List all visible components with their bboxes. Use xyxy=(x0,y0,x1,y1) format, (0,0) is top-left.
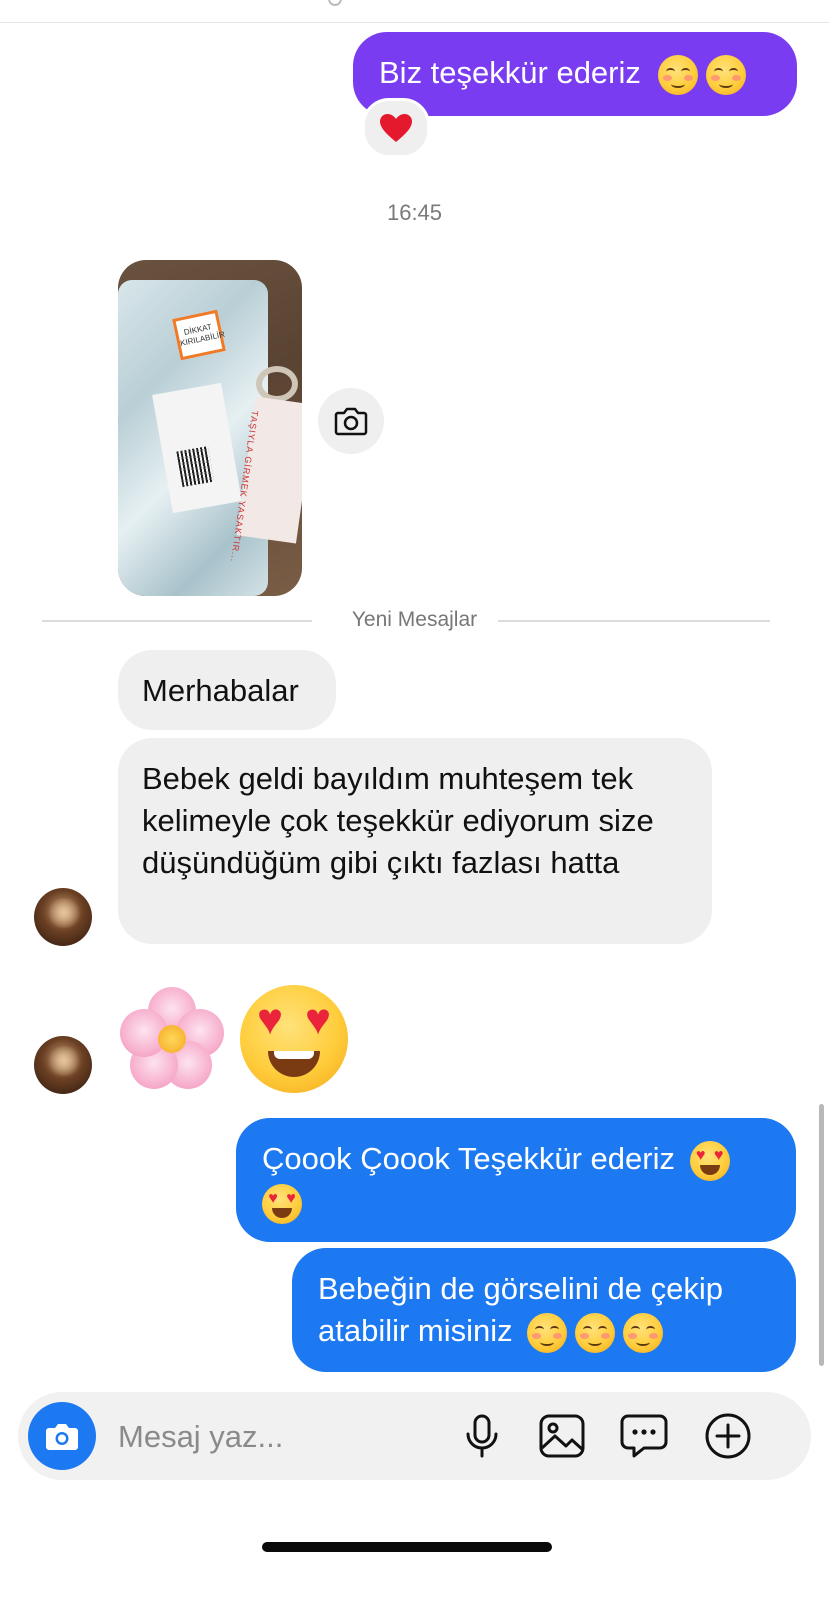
view-photo-button[interactable] xyxy=(318,388,384,454)
microphone-button[interactable] xyxy=(456,1410,508,1462)
heart-icon xyxy=(380,114,412,142)
smiling-blush-emoji-icon xyxy=(705,54,746,95)
incoming-message[interactable]: Merhabalar xyxy=(118,650,336,730)
smiling-blush-emoji-icon xyxy=(575,1312,616,1353)
smiling-blush-emoji-icon xyxy=(527,1312,568,1353)
smiling-blush-emoji-icon xyxy=(623,1312,664,1353)
camera-icon xyxy=(46,1424,78,1450)
incoming-message[interactable]: Bebek geldi bayıldım muhteşem tek kelime… xyxy=(118,738,712,944)
outgoing-message[interactable]: Çoook Çoook Teşekkür ederiz ♥ ♥ ♥ ♥ xyxy=(236,1118,796,1242)
gallery-icon xyxy=(539,1414,585,1458)
cherry-blossom-emoji-icon xyxy=(118,985,226,1093)
message-text: Çoook Çoook Teşekkür ederiz xyxy=(262,1141,675,1176)
photo-message[interactable]: DİKKAT KIRILABİLİR TAŞIYLA GİRMEK YASAKT… xyxy=(118,260,302,596)
message-text: Biz teşekkür ederiz xyxy=(379,55,641,90)
heart-eyes-emoji-icon: ♥ ♥ xyxy=(689,1140,730,1181)
message-text: Merhabalar xyxy=(142,673,299,708)
avatar[interactable] xyxy=(34,1036,92,1094)
message-input[interactable] xyxy=(116,1412,450,1462)
camera-button[interactable] xyxy=(28,1402,96,1470)
new-messages-divider: Yeni Mesajlar xyxy=(0,606,829,636)
gallery-button[interactable] xyxy=(536,1410,588,1462)
microphone-icon xyxy=(466,1414,498,1458)
header-divider xyxy=(0,22,829,23)
sticker-button[interactable] xyxy=(618,1410,670,1462)
smiling-blush-emoji-icon xyxy=(657,54,698,95)
plus-button[interactable] xyxy=(702,1410,754,1462)
heart-reaction[interactable] xyxy=(362,98,430,158)
camera-icon xyxy=(334,407,368,436)
avatar[interactable] xyxy=(34,888,92,946)
plus-icon xyxy=(705,1413,751,1459)
timestamp: 16:45 xyxy=(386,200,443,225)
scrollbar[interactable] xyxy=(819,1104,824,1366)
home-indicator xyxy=(262,1542,552,1552)
heart-eyes-emoji-icon: ♥ ♥ xyxy=(240,985,348,1093)
message-composer xyxy=(18,1392,811,1480)
sticker-icon xyxy=(620,1414,668,1458)
outgoing-message[interactable]: Bebeğin de görselini de çekip atabilir m… xyxy=(292,1248,796,1372)
top-status-fragment xyxy=(320,0,348,6)
heart-eyes-emoji-icon: ♥ ♥ xyxy=(262,1183,302,1224)
message-text: Bebek geldi bayıldım muhteşem tek kelime… xyxy=(142,761,654,880)
